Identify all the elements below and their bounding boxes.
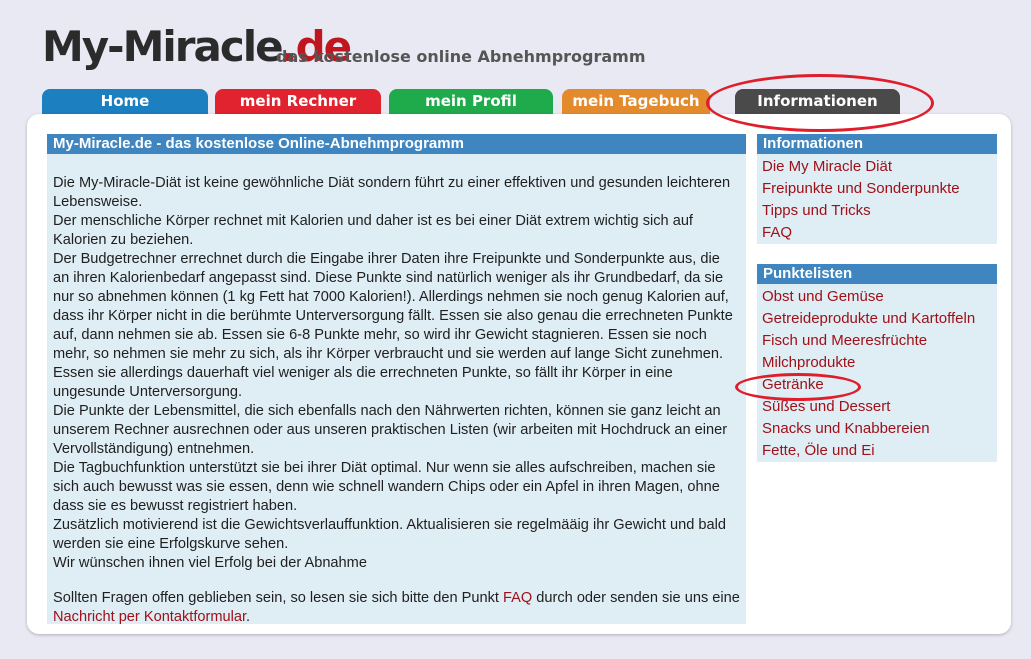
sidebar-informationen: Informationen Die My Miracle Diät Freipu… — [757, 134, 997, 244]
main-content: My-Miracle.de - das kostenlose Online-Ab… — [47, 134, 746, 627]
sidebar-item-suesses: Süßes und Dessert — [762, 396, 997, 418]
tab-tagebuch[interactable]: mein Tagebuch — [562, 89, 710, 115]
sidebar-link[interactable]: Die My Miracle Diät — [762, 158, 892, 175]
sidebar-link[interactable]: Freipunkte und Sonderpunkte — [762, 180, 960, 197]
sidebar-item-milch: Milchprodukte — [762, 352, 997, 374]
sidebar-item-getraenke: Getränke — [762, 374, 997, 396]
sidebar-punkte-list: Obst und Gemüse Getreideprodukte und Kar… — [757, 284, 997, 462]
closing-text-end: . — [246, 609, 251, 625]
closing-paragraph: Sollten Fragen offen geblieben sein, so … — [53, 589, 740, 627]
paragraph: Zusätzlich motivierend ist die Gewichtsv… — [53, 517, 726, 552]
sidebar-punktelisten: Punktelisten Obst und Gemüse Getreidepro… — [757, 264, 997, 462]
sidebar-link[interactable]: Getreideprodukte und Kartoffeln — [762, 310, 975, 327]
sidebar-item-diaet: Die My Miracle Diät — [762, 156, 997, 178]
sidebar-info-list: Die My Miracle Diät Freipunkte und Sonde… — [757, 154, 997, 244]
paragraph: Die My-Miracle-Diät ist keine gewöhnlich… — [53, 175, 731, 210]
sidebar-item-obst: Obst und Gemüse — [762, 286, 997, 308]
sidebar-link[interactable]: Snacks und Knabbereien — [762, 420, 930, 437]
sidebar-punkte-title: Punktelisten — [757, 264, 997, 284]
tab-rechner[interactable]: mein Rechner — [215, 89, 381, 115]
site-slogan: das kostenlose online Abnehmprogramm — [276, 47, 646, 66]
sidebar-link[interactable]: Süßes und Dessert — [762, 398, 890, 415]
closing-text-middle: durch oder senden sie uns eine — [532, 590, 740, 606]
sidebar-item-fisch: Fisch und Meeresfrüchte — [762, 330, 997, 352]
main-title: My-Miracle.de - das kostenlose Online-Ab… — [47, 134, 746, 154]
tab-informationen[interactable]: Informationen — [735, 89, 900, 115]
contact-form-link[interactable]: Nachricht per Kontaktformular — [53, 609, 246, 625]
sidebar-link[interactable]: Obst und Gemüse — [762, 288, 884, 305]
faq-link[interactable]: FAQ — [503, 590, 532, 606]
sidebar-link[interactable]: Fette, Öle und Ei — [762, 442, 875, 459]
sidebar-link[interactable]: Fisch und Meeresfrüchte — [762, 332, 927, 349]
paragraph: Der Budgetrechner errechnet durch die Ei… — [53, 251, 733, 400]
paragraph: Die Punkte der Lebensmittel, die sich eb… — [53, 403, 728, 457]
sidebar-item-faq: FAQ — [762, 222, 997, 244]
paragraph: Die Tagbuchfunktion unterstützt sie bei … — [53, 460, 720, 514]
sidebar-item-snacks: Snacks und Knabbereien — [762, 418, 997, 440]
logo-brand: My-Miracle — [42, 22, 284, 71]
sidebar-item-fette: Fette, Öle und Ei — [762, 440, 997, 462]
sidebar-link[interactable]: FAQ — [762, 224, 792, 241]
sidebar-item-freipunkte: Freipunkte und Sonderpunkte — [762, 178, 997, 200]
sidebar-item-getreide: Getreideprodukte und Kartoffeln — [762, 308, 997, 330]
paragraph: Wir wünschen ihnen viel Erfolg bei der A… — [53, 555, 367, 571]
sidebar-link[interactable]: Getränke — [762, 376, 824, 393]
sidebar-info-title: Informationen — [757, 134, 997, 154]
sidebar-link[interactable]: Tipps und Tricks — [762, 202, 871, 219]
main-text: Die My-Miracle-Diät ist keine gewöhnlich… — [47, 154, 746, 627]
tab-profil[interactable]: mein Profil — [389, 89, 553, 115]
paragraph: Der menschliche Körper rechnet mit Kalor… — [53, 213, 693, 248]
sidebar-link[interactable]: Milchprodukte — [762, 354, 855, 371]
closing-text-start: Sollten Fragen offen geblieben sein, so … — [53, 590, 503, 606]
sidebar-item-tipps: Tipps und Tricks — [762, 200, 997, 222]
tab-home[interactable]: Home — [42, 89, 208, 115]
